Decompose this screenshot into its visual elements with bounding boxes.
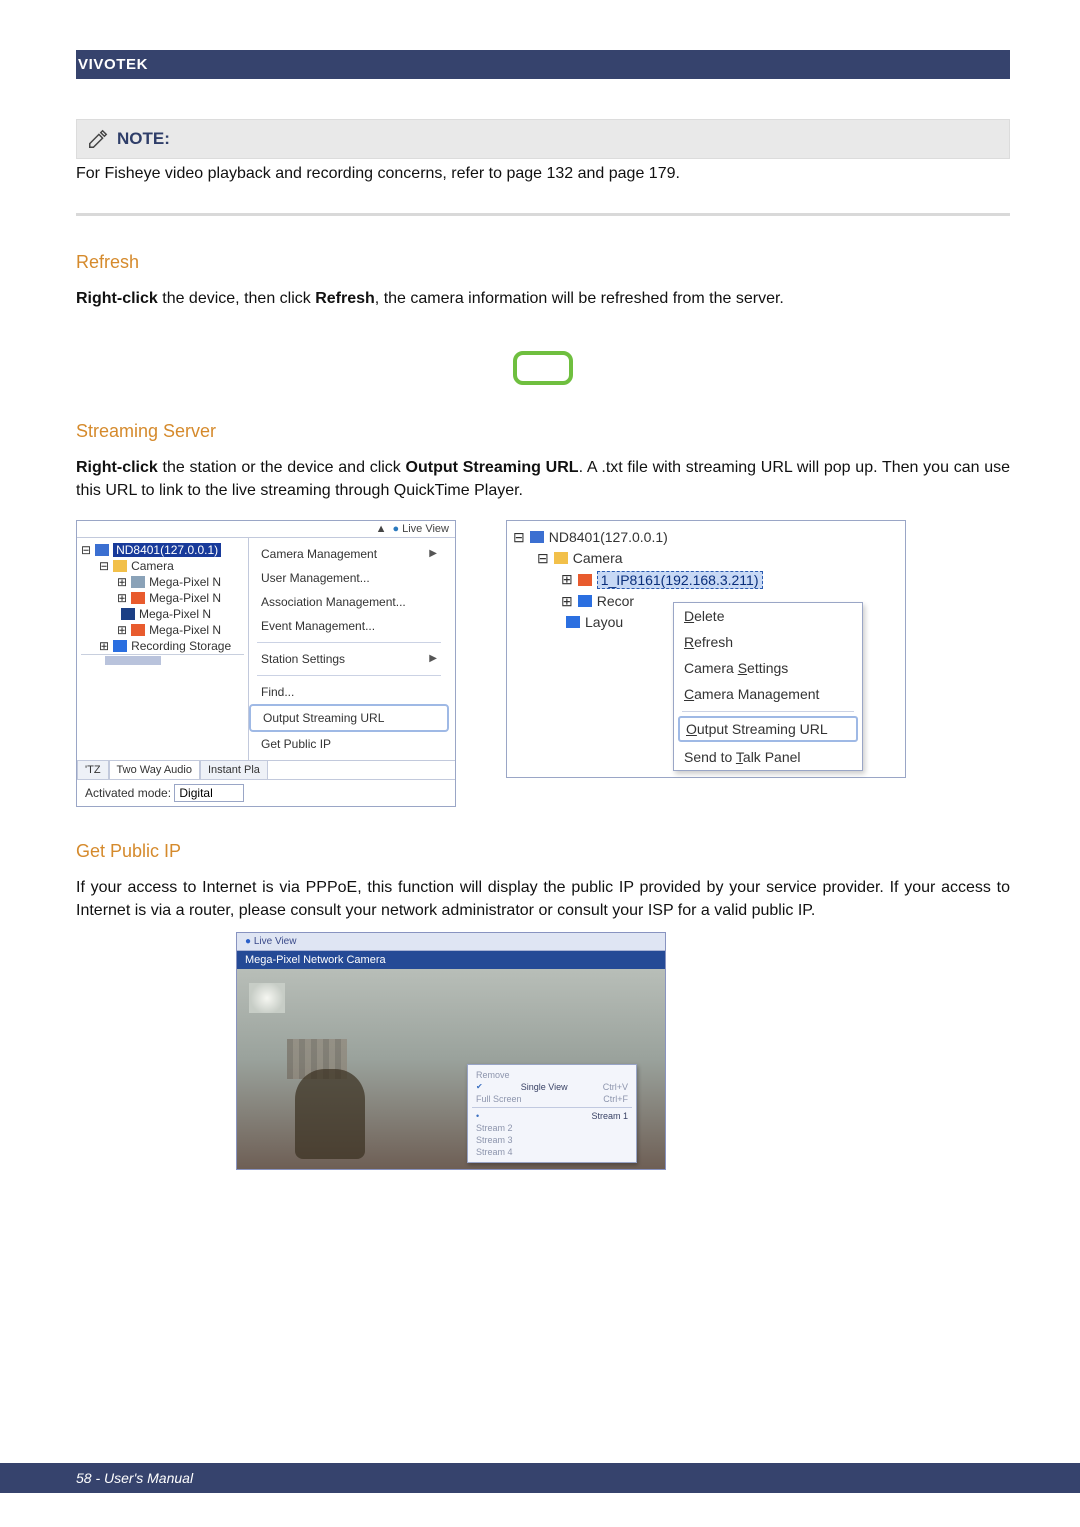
ctx-stream-3[interactable]: Stream 3: [472, 1134, 632, 1146]
refresh-bold1: Right-click: [76, 290, 158, 307]
tree-cam-0[interactable]: Mega-Pixel N: [149, 575, 221, 589]
tree-cam-3[interactable]: Mega-Pixel N: [149, 623, 221, 637]
live-view-window: Live View Mega-Pixel Network Camera Remo…: [236, 932, 666, 1170]
tree-cam-2[interactable]: Mega-Pixel N: [139, 607, 211, 621]
mode-row: Activated mode:: [77, 779, 455, 806]
cmenu-camera-settings[interactable]: Camera Settings: [674, 655, 862, 681]
tab-two-way-audio[interactable]: Two Way Audio: [109, 760, 200, 779]
pencil-icon: [87, 128, 109, 150]
video-light: [249, 983, 285, 1013]
menu-separator: [257, 642, 441, 643]
rtree-selected-camera[interactable]: 1_IP8161(192.168.3.211): [597, 571, 763, 589]
note-text: For Fisheye video playback and recording…: [76, 163, 1010, 185]
tree-storage[interactable]: Recording Storage: [131, 639, 231, 653]
cmenu-output-streaming-url[interactable]: Output Streaming URL: [678, 716, 858, 742]
streaming-paragraph: Right-click the station or the device an…: [76, 456, 1010, 502]
highlight-rectangle: [513, 351, 573, 385]
menu-event-management[interactable]: Event Management...: [249, 614, 449, 638]
tab-ptz[interactable]: 'TZ: [77, 760, 109, 779]
publicip-heading: Get Public IP: [76, 841, 1010, 862]
live-video[interactable]: Remove Single ViewCtrl+V Full ScreenCtrl…: [237, 969, 665, 1169]
scroll-up-icon[interactable]: ▲: [376, 523, 387, 535]
section-divider: [76, 213, 1010, 216]
menu-camera-management[interactable]: Camera Management▶: [249, 542, 449, 566]
streaming-mid: the station or the device and click: [158, 459, 406, 476]
bottom-tabs: 'TZ Two Way Audio Instant Pla: [77, 760, 455, 779]
page-footer: 58 - User's Manual: [0, 1463, 1080, 1493]
tab-instant-play[interactable]: Instant Pla: [200, 760, 268, 779]
ctx-stream-2[interactable]: Stream 2: [472, 1122, 632, 1134]
live-view-tab[interactable]: Live View: [392, 523, 449, 535]
tree-root[interactable]: ND8401(127.0.0.1): [113, 543, 221, 557]
tree-camera-folder[interactable]: Camera: [131, 559, 174, 573]
menu-station-settings[interactable]: Station Settings▶: [249, 647, 449, 671]
cmenu-delete[interactable]: Delete: [674, 603, 862, 629]
rtree-recor[interactable]: Recor: [597, 593, 634, 609]
mode-label: Activated mode:: [85, 786, 171, 800]
publicip-paragraph: If your access to Internet is via PPPoE,…: [76, 876, 1010, 922]
video-person: [295, 1069, 365, 1159]
mode-input[interactable]: [174, 784, 244, 802]
footer-text: 58 - User's Manual: [76, 1470, 193, 1486]
ctx-stream-4[interactable]: Stream 4: [472, 1146, 632, 1158]
rtree-root[interactable]: ND8401(127.0.0.1): [549, 529, 668, 545]
ctx-full-screen[interactable]: Full ScreenCtrl+F: [472, 1093, 632, 1105]
page-header: VIVOTEK: [76, 50, 1010, 79]
menu-association-management[interactable]: Association Management...: [249, 590, 449, 614]
tree-scrollbar[interactable]: [81, 654, 244, 666]
refresh-suffix: , the camera information will be refresh…: [375, 290, 784, 307]
note-callout: NOTE:: [76, 119, 1010, 159]
menu-find[interactable]: Find...: [249, 680, 449, 704]
streaming-bold2: Output Streaming URL: [406, 459, 579, 476]
brand-text: VIVOTEK: [78, 56, 148, 73]
station-window: ▲ Live View ⊟ND8401(127.0.0.1) ⊟Camera ⊞…: [76, 520, 456, 807]
cmenu-send-to-talk-panel[interactable]: Send to Talk Panel: [674, 744, 862, 770]
refresh-mid: the device, then click: [158, 290, 315, 307]
ctx-single-view[interactable]: Single ViewCtrl+V: [472, 1081, 632, 1093]
refresh-paragraph: Right-click the device, then click Refre…: [76, 287, 1010, 310]
rtree-camera-folder[interactable]: Camera: [573, 550, 623, 566]
cmenu-camera-management[interactable]: Camera Management: [674, 681, 862, 707]
station-context-menu: Camera Management▶ User Management... As…: [249, 538, 449, 760]
video-context-menu: Remove Single ViewCtrl+V Full ScreenCtrl…: [467, 1064, 637, 1163]
menu-user-management[interactable]: User Management...: [249, 566, 449, 590]
live-tab[interactable]: Live View: [237, 933, 665, 951]
camera-context-menu: Delete Refresh Camera Settings Camera Ma…: [673, 602, 863, 771]
ctx-sep: [472, 1107, 632, 1108]
menu-get-public-ip[interactable]: Get Public IP: [249, 732, 449, 756]
menu-separator: [682, 711, 854, 712]
streaming-bold1: Right-click: [76, 459, 158, 476]
live-title: Mega-Pixel Network Camera: [237, 951, 665, 969]
tree-cam-1[interactable]: Mega-Pixel N: [149, 591, 221, 605]
note-title: NOTE:: [117, 129, 170, 149]
refresh-bold2: Refresh: [315, 290, 375, 307]
device-tree[interactable]: ⊟ND8401(127.0.0.1) ⊟Camera ⊞Mega-Pixel N…: [77, 538, 249, 760]
camera-window: ⊟ND8401(127.0.0.1) ⊟Camera ⊞1_IP8161(192…: [506, 520, 906, 778]
window-toolbar: ▲ Live View: [77, 521, 455, 538]
streaming-heading: Streaming Server: [76, 421, 1010, 442]
rtree-layou[interactable]: Layou: [585, 614, 623, 630]
ctx-stream-1[interactable]: Stream 1: [472, 1110, 632, 1122]
menu-output-streaming-url[interactable]: Output Streaming URL: [249, 704, 449, 732]
refresh-heading: Refresh: [76, 252, 1010, 273]
ctx-remove[interactable]: Remove: [472, 1069, 632, 1081]
menu-separator: [257, 675, 441, 676]
cmenu-refresh[interactable]: Refresh: [674, 629, 862, 655]
